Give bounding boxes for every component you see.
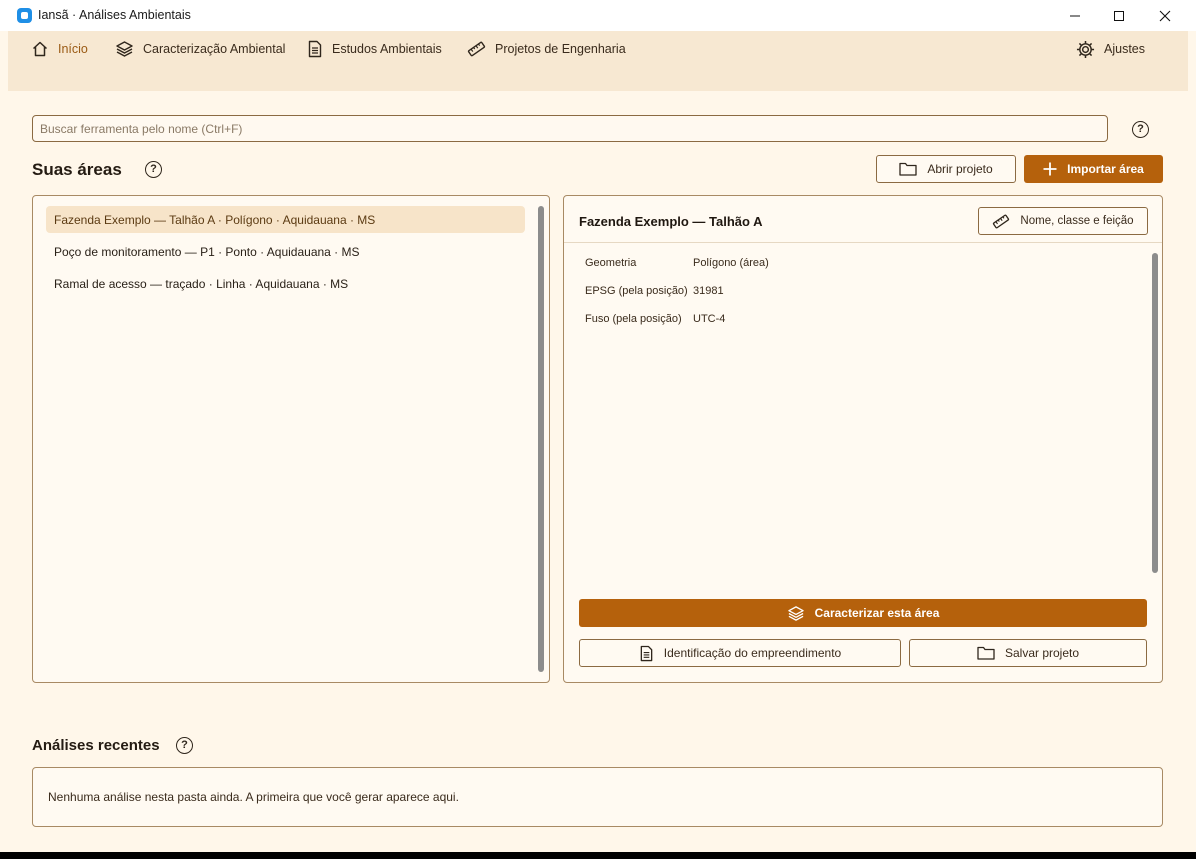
list-item[interactable]: Poço de monitoramento — P1 · Ponto · Aqu… — [46, 238, 525, 265]
ruler-icon — [993, 214, 1010, 228]
nav-label: Início — [58, 42, 88, 56]
edit-name-button[interactable]: Nome, classe e feição — [978, 207, 1148, 235]
prop-value: 31981 — [693, 285, 724, 297]
prop-label: EPSG (pela posição) — [585, 285, 688, 297]
prop-value: UTC-4 — [693, 313, 726, 325]
detail-header: Fazenda Exemplo — Talhão A Nome, classe … — [564, 196, 1162, 243]
list-item[interactable]: Fazenda Exemplo — Talhão A · Polígono · … — [46, 206, 525, 233]
save-project-label: Salvar projeto — [1004, 646, 1080, 660]
recent-analyses-panel: Nenhuma análise nesta pasta ainda. A pri… — [32, 767, 1163, 827]
nav-label: Caracterização Ambiental — [143, 42, 286, 56]
nav-item-caracterizacao[interactable]: Caracterização Ambiental — [115, 39, 285, 59]
document-icon — [640, 645, 653, 661]
recent-title: Análises recentes — [32, 737, 160, 754]
list-item[interactable]: Ramal de acesso — traçado · Linha · Aqui… — [46, 270, 525, 297]
close-icon — [1159, 10, 1171, 21]
maximize-button[interactable] — [1096, 0, 1142, 31]
identify-enterprise-button[interactable]: Identificação do empreendimento — [579, 639, 901, 667]
folder-icon — [977, 646, 995, 660]
identify-enterprise-label: Identificação do empreendimento — [663, 646, 842, 660]
detail-title: Fazenda Exemplo — Talhão A — [579, 214, 763, 229]
edit-name-label: Nome, classe e feição — [1020, 215, 1134, 227]
open-project-label: Abrir projeto — [927, 162, 993, 176]
areas-scrollbar[interactable] — [538, 206, 544, 672]
areas-list-panel: Fazenda Exemplo — Talhão A · Polígono · … — [32, 195, 550, 683]
area-detail-panel: Fazenda Exemplo — Talhão A Nome, classe … — [563, 195, 1163, 683]
minimize-button[interactable] — [1052, 0, 1098, 31]
nav-item-ajustes[interactable]: Ajustes — [1076, 39, 1145, 59]
prop-value: Polígono (área) — [693, 257, 769, 269]
title-bar: Iansã · Análises Ambientais — [0, 0, 1196, 31]
gear-icon — [1076, 40, 1095, 58]
nav-label: Estudos Ambientais — [332, 42, 442, 56]
folder-icon — [899, 162, 917, 176]
recent-help-icon[interactable]: ? — [176, 737, 193, 754]
search-input[interactable] — [32, 115, 1108, 142]
import-area-label: Importar área — [1067, 162, 1144, 176]
save-project-button[interactable]: Salvar projeto — [909, 639, 1147, 667]
layers-icon — [116, 41, 133, 57]
ruler-icon — [467, 41, 486, 57]
search-help-icon[interactable]: ? — [1132, 121, 1149, 138]
areas-help-icon[interactable]: ? — [145, 161, 162, 178]
maximize-icon — [1114, 10, 1124, 21]
top-nav: Início Caracterização Ambiental Estudos … — [8, 31, 1188, 91]
characterize-area-button[interactable]: Caracterizar esta área — [579, 599, 1147, 627]
app-icon — [17, 8, 32, 23]
close-button[interactable] — [1142, 0, 1188, 31]
layers-icon — [787, 605, 804, 621]
list-item-label: Fazenda Exemplo — Talhão A · Polígono · … — [54, 213, 376, 227]
plus-icon — [1043, 162, 1057, 176]
prop-label: Fuso (pela posição) — [585, 313, 682, 325]
import-area-button[interactable]: Importar área — [1024, 155, 1163, 183]
minimize-icon — [1070, 15, 1080, 16]
home-icon — [32, 41, 48, 57]
document-icon — [308, 40, 322, 58]
nav-item-projetos[interactable]: Projetos de Engenharia — [467, 39, 626, 59]
recent-empty-text: Nenhuma análise nesta pasta ainda. A pri… — [48, 790, 459, 804]
nav-label: Projetos de Engenharia — [495, 42, 626, 56]
list-item-label: Poço de monitoramento — P1 · Ponto · Aqu… — [54, 245, 360, 259]
list-item-label: Ramal de acesso — traçado · Linha · Aqui… — [54, 277, 349, 291]
app-window: Iansã · Análises Ambientais Início Carac… — [0, 0, 1196, 852]
nav-item-estudos[interactable]: Estudos Ambientais — [307, 39, 442, 59]
areas-title: Suas áreas — [32, 160, 122, 179]
nav-item-inicio[interactable]: Início — [31, 39, 88, 59]
detail-scrollbar[interactable] — [1152, 253, 1158, 573]
window-title: Iansã · Análises Ambientais — [38, 8, 191, 22]
open-project-button[interactable]: Abrir projeto — [876, 155, 1016, 183]
prop-label: Geometria — [585, 257, 637, 269]
nav-label: Ajustes — [1104, 42, 1145, 56]
characterize-area-label: Caracterizar esta área — [814, 606, 940, 620]
